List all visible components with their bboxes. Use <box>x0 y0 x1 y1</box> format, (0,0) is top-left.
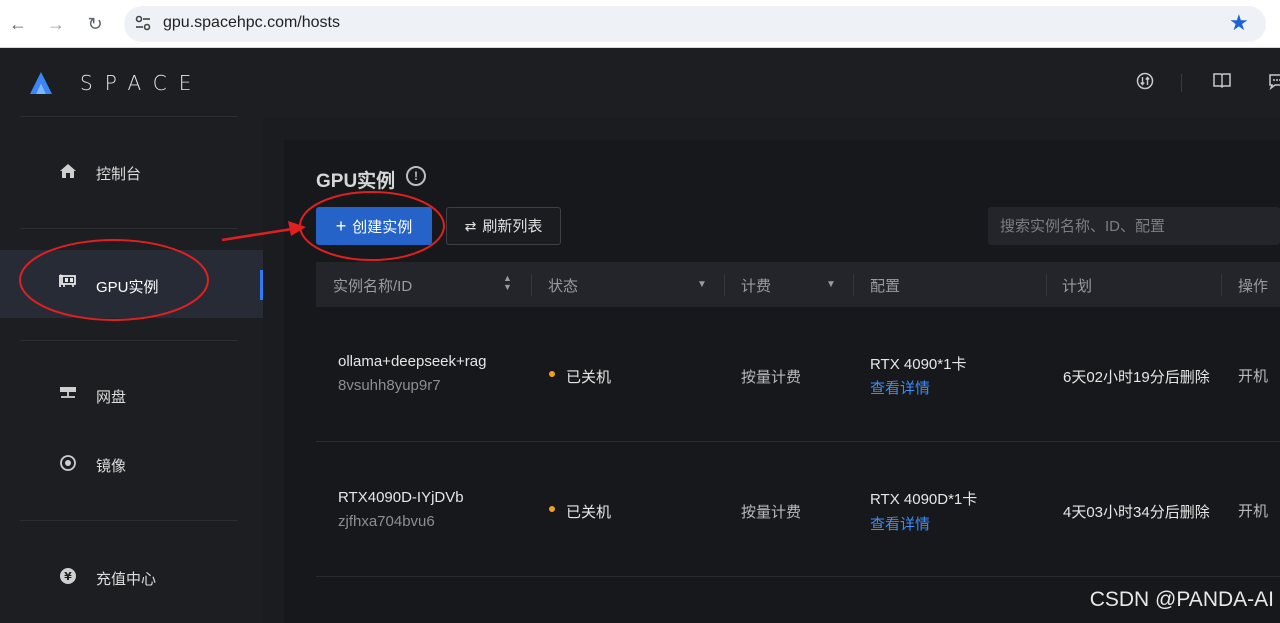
create-instance-button[interactable]: + 创建实例 <box>316 207 432 245</box>
sidebar-divider <box>20 116 238 117</box>
reload-icon[interactable]: ↻ <box>83 12 107 36</box>
watermark-text: CSDN @PANDA-AI <box>1089 588 1274 611</box>
sidebar-divider <box>20 228 238 229</box>
refresh-icon: ⇄ <box>464 218 477 234</box>
sidebar-item-recharge[interactable]: ¥ 充值中心 <box>0 553 263 603</box>
sidebar-divider <box>20 520 238 521</box>
instance-id: zjfhxa704bvu6 <box>338 513 435 530</box>
chat-icon[interactable] <box>1267 72 1280 92</box>
column-header-status: 状态 <box>548 278 579 295</box>
gpu-icon <box>58 274 78 294</box>
create-instance-label: 创建实例 <box>352 219 413 236</box>
space-logo-icon <box>28 70 54 96</box>
search-box <box>988 207 1280 245</box>
column-header-plan: 计划 <box>1062 278 1093 295</box>
status-dot <box>549 371 555 377</box>
status-dot <box>549 506 555 512</box>
plan-text: 6天02小时19分后删除 <box>1063 369 1210 386</box>
sidebar-item-network-disk[interactable]: 网盘 <box>0 371 263 421</box>
sort-icon[interactable]: ▲ ▼ <box>503 274 512 292</box>
home-icon <box>58 162 78 182</box>
config-text: RTX 4090D*1卡 <box>870 491 978 508</box>
page-title: GPU实例 <box>316 171 396 192</box>
sidebar-item-console[interactable]: 控制台 <box>0 148 263 198</box>
book-icon[interactable] <box>1212 72 1232 92</box>
search-input[interactable] <box>1000 216 1260 236</box>
column-divider <box>853 274 854 296</box>
view-details-link[interactable]: 查看详情 <box>870 377 930 398</box>
image-target-icon <box>58 454 78 474</box>
top-header <box>263 48 1280 118</box>
bookmark-star-icon[interactable]: ★ <box>1229 11 1249 35</box>
config-text: RTX 4090*1卡 <box>870 356 967 373</box>
power-on-button[interactable]: 开机 <box>1238 365 1268 386</box>
back-arrow-icon[interactable]: ← <box>6 12 30 36</box>
plan-text: 4天03小时34分后删除 <box>1063 504 1210 521</box>
status-text: 已关机 <box>566 504 612 521</box>
table-row: RTX4090D-IYjDVb zjfhxa704bvu6 已关机 按量计费 R… <box>316 442 1280 577</box>
sync-icon[interactable] <box>1135 72 1155 92</box>
sidebar <box>0 48 263 623</box>
sidebar-item-images[interactable]: 镜像 <box>0 440 263 490</box>
billing-text: 按量计费 <box>741 504 802 521</box>
instance-name: ollama+deepseek+rag <box>338 353 487 370</box>
column-header-name-id[interactable]: 实例名称/ID <box>333 275 412 296</box>
sidebar-divider <box>20 340 238 341</box>
column-divider <box>1221 274 1222 296</box>
filter-icon[interactable]: ▼ <box>826 279 836 290</box>
sidebar-item-gpu-instances[interactable]: GPU实例 <box>0 250 263 318</box>
filter-icon[interactable]: ▼ <box>697 279 707 290</box>
browser-toolbar: ← → ↻ gpu.spacehpc.com/hosts ★ <box>0 0 1280 48</box>
network-disk-icon <box>58 385 78 405</box>
sidebar-item-label: 网盘 <box>96 389 127 406</box>
column-header-billing: 计费 <box>741 278 772 295</box>
column-divider <box>531 274 532 296</box>
column-header-config: 配置 <box>870 278 901 295</box>
header-divider <box>1181 74 1182 92</box>
forward-arrow-icon[interactable]: → <box>44 12 68 36</box>
refresh-list-label: 刷新列表 <box>482 218 543 235</box>
billing-text: 按量计费 <box>741 369 802 386</box>
plus-icon: + <box>335 216 347 236</box>
active-indicator <box>260 270 263 300</box>
svg-text:¥: ¥ <box>64 570 72 583</box>
sidebar-item-label: GPU实例 <box>96 279 159 296</box>
column-header-actions: 操作 <box>1238 278 1269 295</box>
sidebar-item-label: 控制台 <box>96 166 142 183</box>
power-on-button[interactable]: 开机 <box>1238 500 1268 521</box>
sidebar-item-label: 镜像 <box>96 458 127 475</box>
view-details-link[interactable]: 查看详情 <box>870 513 930 534</box>
url-text[interactable]: gpu.spacehpc.com/hosts <box>163 14 340 32</box>
instance-name: RTX4090D-IYjDVb <box>338 489 464 506</box>
yen-icon: ¥ <box>58 567 78 587</box>
instance-id: 8vsuhh8yup9r7 <box>338 377 441 394</box>
info-icon[interactable]: ! <box>406 166 426 186</box>
table-header: 实例名称/ID ▲ ▼ 状态 ▼ 计费 ▼ 配置 计划 操作 <box>316 262 1280 307</box>
status-text: 已关机 <box>566 369 612 386</box>
site-settings-icon[interactable] <box>134 14 152 34</box>
sidebar-item-label: 充值中心 <box>96 571 157 588</box>
brand-logo-text: SPACE <box>80 71 204 95</box>
column-divider <box>1046 274 1047 296</box>
column-divider <box>724 274 725 296</box>
table-row: ollama+deepseek+rag 8vsuhh8yup9r7 已关机 按量… <box>316 307 1280 442</box>
refresh-list-button[interactable]: ⇄ 刷新列表 <box>446 207 561 245</box>
